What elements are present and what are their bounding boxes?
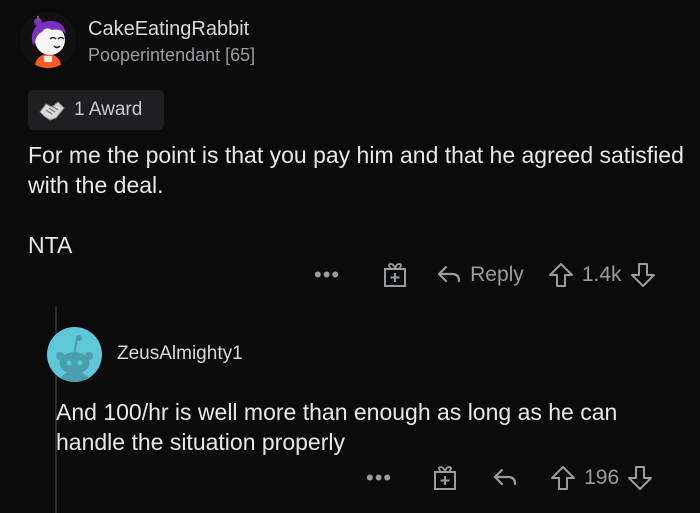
- upvote-icon: [548, 263, 573, 287]
- downvote-button[interactable]: [630, 262, 656, 288]
- comment-body: For me the point is that you pay him and…: [28, 140, 688, 260]
- reply-label: Reply: [470, 263, 524, 286]
- more-options-button[interactable]: •••: [366, 465, 392, 491]
- comment-paragraph: For me the point is that you pay him and…: [28, 142, 684, 198]
- reply-arrow-icon: [438, 265, 461, 283]
- reply-paragraph: And 100/hr is well more than enough as l…: [56, 399, 618, 455]
- award-badge[interactable]: 1 Award: [28, 90, 164, 130]
- reply-action-bar: ••• 196: [366, 461, 653, 495]
- user-flair: Pooperintendant [65]: [88, 45, 256, 65]
- award-count-label: 1 Award: [74, 99, 143, 120]
- vote-count: 1.4k: [581, 263, 622, 286]
- downvote-button[interactable]: [627, 465, 653, 491]
- comment-action-bar: ••• Reply 1.4k: [314, 258, 656, 292]
- reply-arrow-icon: [494, 468, 517, 486]
- downvote-icon: [628, 466, 653, 490]
- give-award-button[interactable]: [432, 465, 458, 491]
- avatar[interactable]: [20, 12, 76, 68]
- reply-button[interactable]: Reply: [436, 263, 524, 287]
- upvote-button[interactable]: [550, 465, 576, 491]
- upvote-icon: [551, 466, 576, 490]
- downvote-icon: [630, 263, 655, 287]
- more-options-button[interactable]: •••: [314, 262, 340, 288]
- gift-award-icon: [434, 466, 457, 490]
- snoo-avatar-icon: [56, 335, 93, 382]
- upvote-button[interactable]: [548, 262, 574, 288]
- reply-avatar[interactable]: [47, 327, 102, 382]
- gift-award-icon: [384, 263, 407, 287]
- give-award-button[interactable]: [382, 262, 408, 288]
- reply-username[interactable]: ZeusAlmighty1: [117, 343, 243, 365]
- comment-paragraph: NTA: [28, 232, 73, 258]
- comment-username[interactable]: CakeEatingRabbit: [88, 18, 249, 41]
- reply-button[interactable]: [492, 467, 518, 489]
- user-avatar-icon: [31, 16, 66, 68]
- vote-count: 196: [584, 466, 620, 489]
- handshake-award-icon: [39, 101, 65, 121]
- reply-body: And 100/hr is well more than enough as l…: [56, 397, 686, 457]
